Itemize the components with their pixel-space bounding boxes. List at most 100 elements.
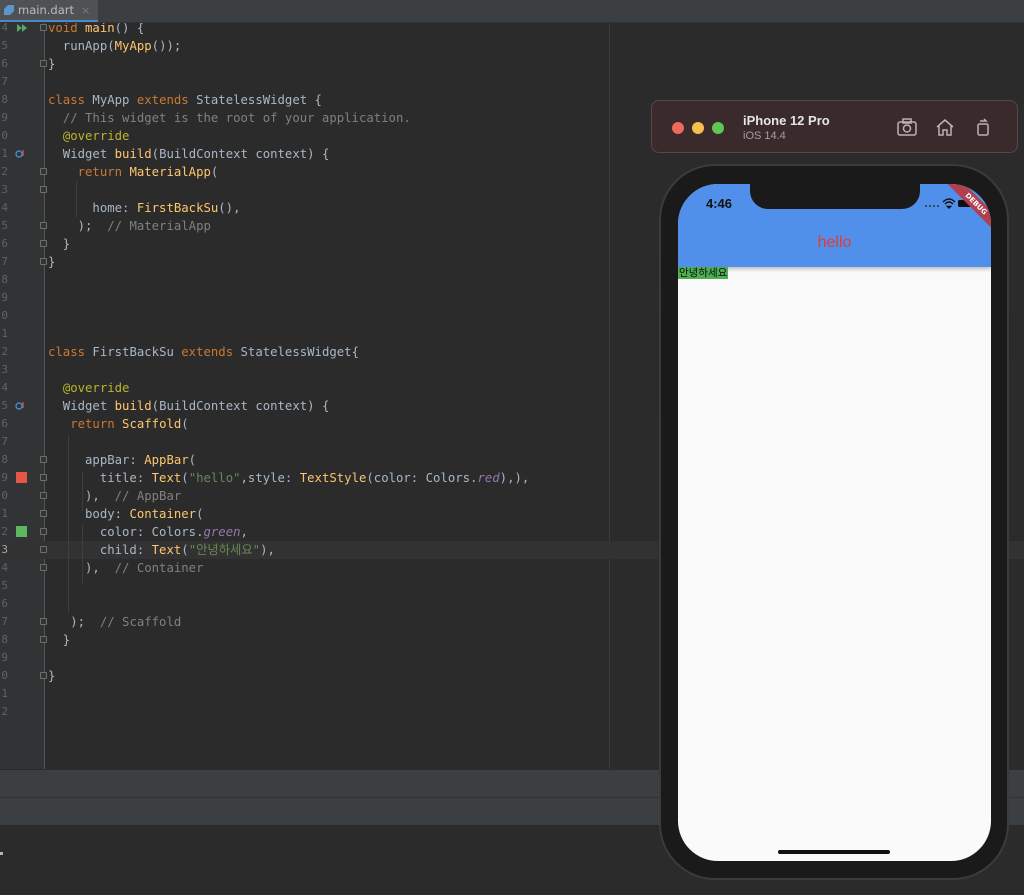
line-number: 1 <box>1 507 8 520</box>
line-number: 7 <box>1 435 8 448</box>
code-text: Widget build(BuildContext context) { <box>48 147 330 161</box>
fold-icon[interactable] <box>40 510 47 517</box>
line-number: 1 <box>1 687 8 700</box>
code-text: } <box>48 255 56 269</box>
phone-screen[interactable]: 4:46 hello DEBUG 안녕하세요 <box>678 184 991 861</box>
line-number: 7 <box>1 75 8 88</box>
fold-icon[interactable] <box>40 564 47 571</box>
simulator-toolbar: iPhone 12 Pro iOS 14.4 <box>651 100 1018 153</box>
code-text: ); // Scaffold <box>48 615 182 629</box>
line-number: 3 <box>1 363 8 376</box>
line-number: 6 <box>1 57 8 70</box>
line-number: 0 <box>1 129 8 142</box>
line-number: 5 <box>1 399 8 412</box>
greeting-text: 안녕하세요 <box>678 267 729 279</box>
rotate-icon[interactable] <box>972 117 994 137</box>
fold-icon[interactable] <box>40 492 47 499</box>
line-number: 2 <box>1 525 8 538</box>
code-text: appBar: AppBar( <box>48 453 197 467</box>
code-text: runApp(MyApp()); <box>48 39 182 53</box>
fold-icon[interactable] <box>40 528 47 535</box>
line-number: 1 <box>1 327 8 340</box>
line-number: 3 <box>1 543 8 556</box>
code-text: } <box>48 237 71 251</box>
code-line[interactable]: 7 <box>0 73 1024 91</box>
home-icon[interactable] <box>934 117 956 137</box>
power-button <box>1009 312 1013 358</box>
fold-icon[interactable] <box>40 168 47 175</box>
code-text: @override <box>62 129 130 143</box>
line-number: 3 <box>1 183 8 196</box>
code-text: return MaterialApp( <box>77 165 219 179</box>
line-number: 5 <box>1 39 8 52</box>
status-time: 4:46 <box>706 196 733 211</box>
line-number: 2 <box>1 705 8 718</box>
line-number: 1 <box>1 147 8 160</box>
tab-main-dart[interactable]: main.dart × <box>0 0 99 22</box>
code-line[interactable]: 4 void main() { <box>0 23 1024 37</box>
line-number: 0 <box>1 669 8 682</box>
line-number: 4 <box>1 381 8 394</box>
fold-icon[interactable] <box>40 546 47 553</box>
line-number: 9 <box>1 291 8 304</box>
fold-icon[interactable] <box>40 24 47 31</box>
fold-icon[interactable] <box>40 456 47 463</box>
fold-icon[interactable] <box>40 618 47 625</box>
code-text: } <box>48 57 56 71</box>
line-number: 9 <box>1 651 8 664</box>
home-indicator[interactable] <box>778 850 890 854</box>
indent-guide <box>82 525 83 583</box>
line-number: 5 <box>1 579 8 592</box>
close-window-button[interactable] <box>672 122 684 134</box>
notch <box>750 184 920 209</box>
line-number: 2 <box>1 345 8 358</box>
fold-icon[interactable] <box>40 186 47 193</box>
code-text: } <box>48 633 71 647</box>
fold-icon[interactable] <box>40 240 47 247</box>
indent-guide <box>82 471 83 511</box>
editor-tab-bar: main.dart × <box>0 0 1024 23</box>
line-number: 7 <box>1 615 8 628</box>
code-text: } <box>48 669 56 683</box>
override-icon[interactable] <box>15 401 25 411</box>
fold-icon[interactable] <box>40 258 47 265</box>
fold-icon[interactable] <box>40 222 47 229</box>
code-text: class FirstBackSu extends StatelessWidge… <box>48 345 359 359</box>
fold-icon[interactable] <box>40 672 47 679</box>
override-icon[interactable] <box>15 149 25 159</box>
code-text: color: Colors.green, <box>48 525 248 539</box>
run-icon[interactable] <box>16 23 28 34</box>
dart-file-icon <box>4 5 14 15</box>
fold-icon[interactable] <box>40 60 47 67</box>
minimize-window-button[interactable] <box>692 122 704 134</box>
red-color-swatch[interactable] <box>16 472 27 483</box>
line-number: 0 <box>1 489 8 502</box>
code-text: ); // MaterialApp <box>48 219 211 233</box>
line-number: 9 <box>1 471 8 484</box>
code-line[interactable]: 5 runApp(MyApp()); <box>0 37 1024 55</box>
line-number: 9 <box>1 111 8 124</box>
zoom-window-button[interactable] <box>712 122 724 134</box>
code-line[interactable]: 6} <box>0 55 1024 73</box>
line-number: 6 <box>1 237 8 250</box>
line-number: 4 <box>1 201 8 214</box>
fold-icon[interactable] <box>40 474 47 481</box>
code-text: void main() { <box>48 23 145 35</box>
line-number: 4 <box>1 561 8 574</box>
line-number: 2 <box>1 165 8 178</box>
line-number: 4 <box>1 23 8 34</box>
code-text: title: Text("hello",style: TextStyle(col… <box>48 471 530 485</box>
indent-guide <box>68 435 69 613</box>
line-number: 6 <box>1 597 8 610</box>
line-number: 8 <box>1 273 8 286</box>
app-title: hello <box>817 234 852 251</box>
screenshot-icon[interactable] <box>896 117 918 137</box>
close-icon[interactable]: × <box>81 4 90 17</box>
line-number: 8 <box>1 633 8 646</box>
code-text: class MyApp extends StatelessWidget { <box>48 93 322 107</box>
fold-icon[interactable] <box>40 636 47 643</box>
code-text: ), // Container <box>85 561 204 575</box>
code-text: body: Container( <box>48 507 204 521</box>
green-color-swatch[interactable] <box>16 526 27 537</box>
code-text: @override <box>62 381 130 395</box>
